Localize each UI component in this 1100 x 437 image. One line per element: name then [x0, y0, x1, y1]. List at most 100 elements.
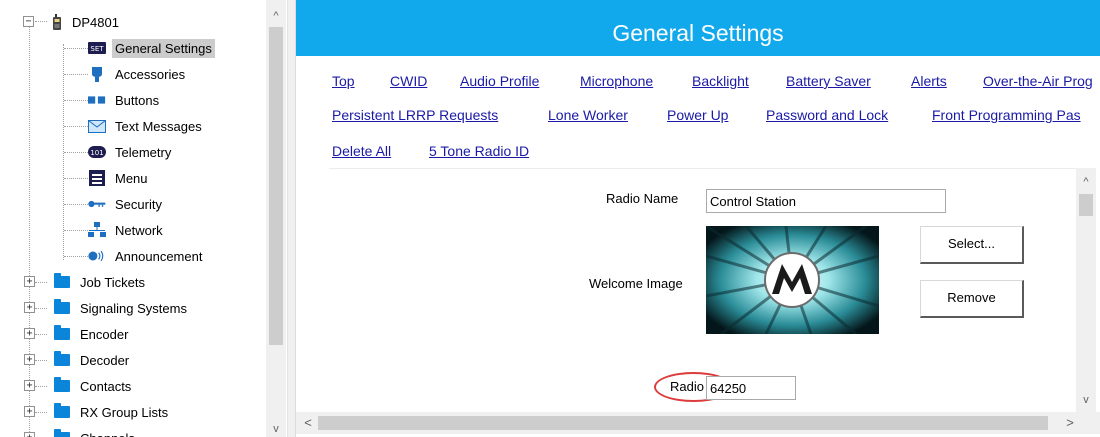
- link-password-and-lock[interactable]: Password and Lock: [766, 107, 888, 123]
- link-lone-worker[interactable]: Lone Worker: [548, 107, 628, 123]
- tree-item-label: Announcement: [115, 248, 203, 264]
- tree-item-announcement[interactable]: Announcement: [88, 245, 205, 267]
- network-icon: [88, 222, 106, 238]
- folder-icon: [53, 403, 71, 420]
- welcome-image-label: Welcome Image: [589, 276, 683, 291]
- tree-connector: [64, 230, 88, 231]
- folder-icon: [53, 273, 71, 290]
- scroll-right-arrow-icon[interactable]: >: [1060, 412, 1080, 434]
- tree-item-label: Channels: [77, 429, 138, 437]
- radio-name-label: Radio Name: [606, 191, 679, 206]
- tree-item-label: Decoder: [80, 352, 130, 368]
- tree-root-label: DP4801: [72, 14, 119, 30]
- tree-item-job-tickets[interactable]: Job Tickets: [53, 271, 148, 293]
- link-cwid[interactable]: CWID: [390, 73, 427, 89]
- link-persistent-lrrp-requests[interactable]: Persistent LRRP Requests: [332, 107, 498, 123]
- link-delete-all[interactable]: Delete All: [332, 143, 391, 159]
- tree-connector: [35, 360, 47, 361]
- tree-item-menu[interactable]: Menu: [88, 167, 151, 189]
- content-vscroll-thumb[interactable]: [1079, 194, 1093, 216]
- page-title: General Settings: [296, 0, 1100, 56]
- tree-item-buttons[interactable]: Buttons: [88, 89, 162, 111]
- collapse-expander[interactable]: −: [23, 16, 34, 27]
- tree-connector: [35, 412, 47, 413]
- radio-device-icon: [48, 13, 66, 30]
- tree-connector-root: [29, 26, 30, 434]
- expand-expander[interactable]: +: [24, 276, 35, 287]
- telemetry-icon: 101: [88, 144, 106, 160]
- tree-item-contacts[interactable]: Contacts: [53, 375, 134, 397]
- link-microphone[interactable]: Microphone: [580, 73, 653, 89]
- tree-item-label: Text Messages: [115, 118, 202, 134]
- link-battery-saver[interactable]: Battery Saver: [786, 73, 871, 89]
- tree-connector: [64, 152, 88, 153]
- tree-item-decoder[interactable]: Decoder: [53, 349, 132, 371]
- scroll-down-arrow-icon[interactable]: v: [1076, 390, 1096, 410]
- expand-expander[interactable]: +: [24, 302, 35, 313]
- tree-connector: [35, 282, 47, 283]
- expand-expander[interactable]: +: [24, 432, 35, 437]
- link-front-programming-password[interactable]: Front Programming Pas: [932, 107, 1081, 123]
- tree-root-dp4801[interactable]: DP4801: [48, 11, 122, 33]
- folder-icon: [53, 377, 71, 394]
- buttons-icon: [88, 92, 106, 108]
- tree-item-label: Buttons: [115, 92, 160, 108]
- tree-item-security[interactable]: Security: [88, 193, 165, 215]
- tree-item-label: Security: [115, 196, 162, 212]
- envelope-icon: [88, 118, 106, 134]
- speaker-icon: [88, 248, 106, 264]
- tree-connector: [64, 256, 88, 257]
- tree-item-label: Signaling Systems: [80, 300, 187, 316]
- expand-expander[interactable]: +: [24, 380, 35, 391]
- content-horizontal-scrollbar[interactable]: < >: [296, 412, 1100, 434]
- content-hscroll-thumb[interactable]: [318, 416, 1048, 430]
- motorola-logo-icon: [705, 224, 880, 336]
- tree-item-signaling-systems[interactable]: Signaling Systems: [53, 297, 190, 319]
- link-backlight[interactable]: Backlight: [692, 73, 749, 89]
- tree-item-label: Network: [115, 222, 163, 238]
- expand-expander[interactable]: +: [24, 406, 35, 417]
- tree-connector: [64, 74, 88, 75]
- tree-item-encoder[interactable]: Encoder: [53, 323, 131, 345]
- link-audio-profile[interactable]: Audio Profile: [460, 73, 539, 89]
- tree-item-general-settings[interactable]: SET General Settings: [88, 37, 215, 59]
- tree-item-channels[interactable]: Channels: [53, 427, 138, 437]
- set-badge-icon: SET: [88, 40, 106, 56]
- pane-splitter[interactable]: [287, 0, 296, 437]
- tree-item-accessories[interactable]: Accessories: [88, 63, 188, 85]
- remove-image-button[interactable]: Remove: [920, 280, 1024, 318]
- tree-item-label: Accessories: [115, 66, 186, 82]
- tree-item-telemetry[interactable]: 101 Telemetry: [88, 141, 174, 163]
- link-over-the-air-programming[interactable]: Over-the-Air Prog: [983, 73, 1093, 89]
- scroll-down-arrow-icon[interactable]: v: [266, 419, 286, 437]
- tree-item-rx-group-lists[interactable]: RX Group Lists: [53, 401, 171, 423]
- svg-text:SET: SET: [90, 45, 104, 53]
- select-image-button[interactable]: Select...: [920, 226, 1024, 264]
- scroll-left-arrow-icon[interactable]: <: [298, 412, 318, 434]
- link-5-tone-radio-id[interactable]: 5 Tone Radio ID: [429, 143, 529, 159]
- radio-name-input[interactable]: [706, 189, 946, 213]
- tree-connector: [35, 308, 47, 309]
- link-top[interactable]: Top: [332, 73, 355, 89]
- tree-item-network[interactable]: Network: [88, 219, 166, 241]
- content-vertical-scrollbar[interactable]: ^ v: [1076, 168, 1096, 412]
- tree-connector: [35, 21, 47, 22]
- tree-item-label: Job Tickets: [80, 274, 146, 290]
- welcome-image-preview: [705, 224, 880, 336]
- radio-id-input[interactable]: [706, 376, 796, 400]
- navigation-tree[interactable]: − DP4801 SET General Settings Accessories B…: [0, 0, 287, 437]
- link-power-up[interactable]: Power Up: [667, 107, 728, 123]
- link-alerts[interactable]: Alerts: [911, 73, 947, 89]
- settings-content-pane: General Settings Top CWID Audio Profile …: [296, 0, 1100, 437]
- scroll-up-arrow-icon[interactable]: ^: [1076, 172, 1096, 192]
- tree-scroll-thumb[interactable]: [269, 27, 283, 345]
- expand-expander[interactable]: +: [24, 328, 35, 339]
- tree-item-label: General Settings: [112, 38, 215, 58]
- tree-item-text-messages[interactable]: Text Messages: [88, 115, 205, 137]
- general-settings-form: Radio Name Welcome Image: [329, 168, 1076, 412]
- tree-vertical-scrollbar[interactable]: ^ v: [266, 0, 286, 437]
- expand-expander[interactable]: +: [24, 354, 35, 365]
- tree-connector: [64, 48, 88, 49]
- tree-connector: [64, 178, 88, 179]
- scroll-up-arrow-icon[interactable]: ^: [266, 6, 286, 26]
